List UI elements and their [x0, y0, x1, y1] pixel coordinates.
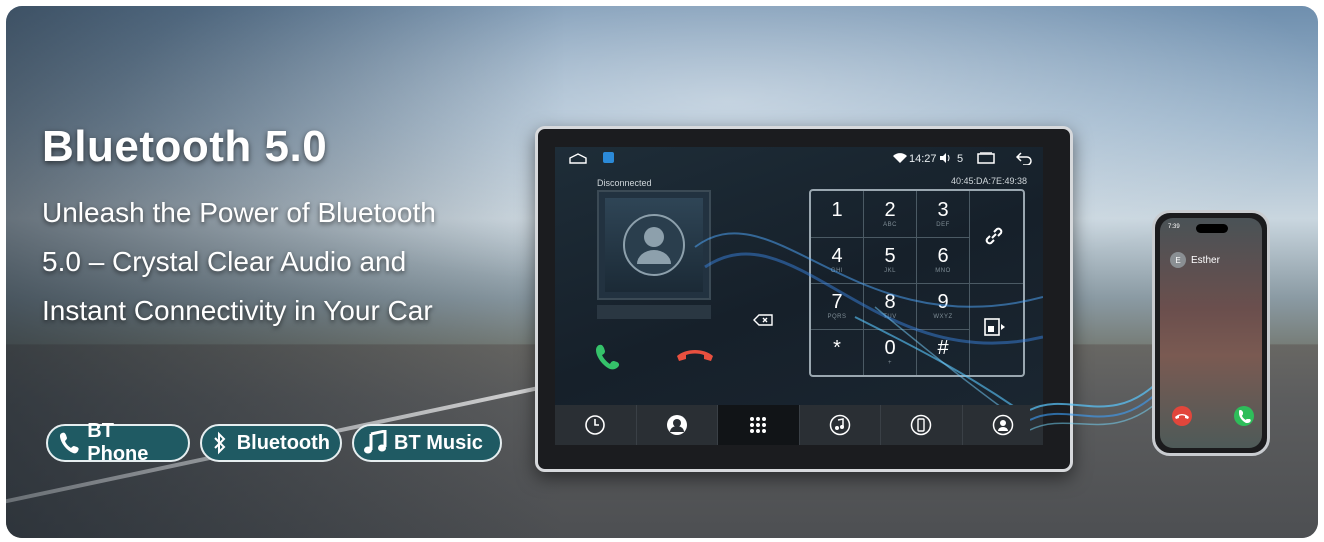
dynamic-island: [1196, 224, 1228, 233]
connection-wave-graphic: [1030, 379, 1160, 431]
audio-transfer-icon[interactable]: [983, 317, 1007, 344]
dial-keypad: 1 2 ABC 3 DEF 4 GHI 5 JKL 6 MNO 7 PQRS 8 TUV 9W…: [809, 189, 1025, 377]
tab-dialpad[interactable]: [718, 405, 800, 445]
person-icon: [623, 214, 685, 276]
red-hangup-icon: [677, 350, 713, 361]
caller-avatar: E: [1170, 252, 1186, 268]
contacts-icon: [666, 415, 687, 435]
head-unit: 14:27 5 Disconnected 40:45:DA:7E:49:38 1…: [535, 126, 1073, 472]
recent-apps-icon[interactable]: [977, 152, 995, 167]
key-6[interactable]: 6 MNO: [917, 237, 969, 283]
bt-phone-pill[interactable]: BT Phone: [46, 420, 190, 465]
backspace-icon[interactable]: [753, 313, 773, 331]
key-5[interactable]: 5 JKL: [864, 237, 916, 283]
music-icon: [829, 414, 850, 436]
dialpad-icon: [750, 417, 767, 433]
key-hash[interactable]: #: [917, 329, 969, 375]
status-bar: 14:27 5: [555, 147, 1043, 171]
wifi-icon: [893, 153, 907, 166]
bluetooth-pill[interactable]: Bluetooth: [200, 424, 342, 462]
home-icon[interactable]: [569, 153, 587, 167]
tab-device[interactable]: [881, 405, 963, 445]
hangup-button[interactable]: [675, 342, 715, 372]
caller-info: E Esther: [1170, 252, 1220, 268]
tab-music[interactable]: [800, 405, 881, 445]
clock-icon: [585, 415, 606, 435]
accept-button[interactable]: [1234, 406, 1254, 426]
key-3[interactable]: 3 DEF: [917, 191, 969, 237]
head-unit-screen: 14:27 5 Disconnected 40:45:DA:7E:49:38 1…: [555, 147, 1043, 445]
call-button[interactable]: [591, 342, 625, 372]
headline: Bluetooth 5.0: [42, 122, 328, 171]
bluetooth-icon: [210, 430, 231, 456]
bt-music-label: BT Music: [394, 431, 483, 454]
back-icon[interactable]: [1015, 151, 1033, 168]
key-1[interactable]: 1: [811, 191, 863, 237]
bottom-nav-bar: [555, 405, 1043, 445]
status-time: 14:27: [909, 153, 937, 165]
caller-name: Esther: [1191, 254, 1220, 266]
music-note-icon: [362, 430, 388, 456]
tab-contacts[interactable]: [637, 405, 718, 445]
phone-status-time: 7:39: [1168, 224, 1180, 230]
phone-screen: 7:39 E Esther: [1160, 218, 1262, 448]
key-2[interactable]: 2 ABC: [864, 191, 916, 237]
phone-device-icon: [911, 414, 932, 436]
accept-icon: [1239, 410, 1251, 423]
key-9[interactable]: 9 WXYZ: [917, 283, 969, 329]
mac-address: 40:45:DA:7E:49:38: [950, 176, 1027, 186]
smartphone: 7:39 E Esther: [1152, 210, 1270, 456]
contact-avatar: [597, 190, 711, 300]
settings-icon: [992, 414, 1013, 436]
key-4[interactable]: 4 GHI: [811, 237, 863, 283]
link-icon[interactable]: [983, 225, 1005, 252]
phone-icon: [56, 430, 81, 456]
bluetooth-label: Bluetooth: [236, 431, 330, 454]
number-display: [597, 305, 711, 319]
bt-phone-label: BT Phone: [87, 420, 149, 465]
key-8[interactable]: 8 TUV: [864, 283, 916, 329]
key-0[interactable]: 0 +: [864, 329, 916, 375]
app-notification-icon: [603, 152, 614, 163]
green-phone-icon: [596, 344, 620, 370]
decline-button[interactable]: [1172, 406, 1192, 426]
decline-icon: [1175, 414, 1189, 419]
tab-recents[interactable]: [555, 405, 637, 445]
volume-level: 5: [957, 153, 964, 165]
bt-music-pill[interactable]: BT Music: [352, 424, 502, 462]
connection-status: Disconnected: [597, 178, 652, 188]
key-7[interactable]: 7 PQRS: [811, 283, 863, 329]
volume-icon: [939, 152, 951, 167]
subheadline: Unleash the Power of Bluetooth 5.0 – Cry…: [42, 197, 436, 326]
key-star[interactable]: *: [811, 329, 863, 375]
